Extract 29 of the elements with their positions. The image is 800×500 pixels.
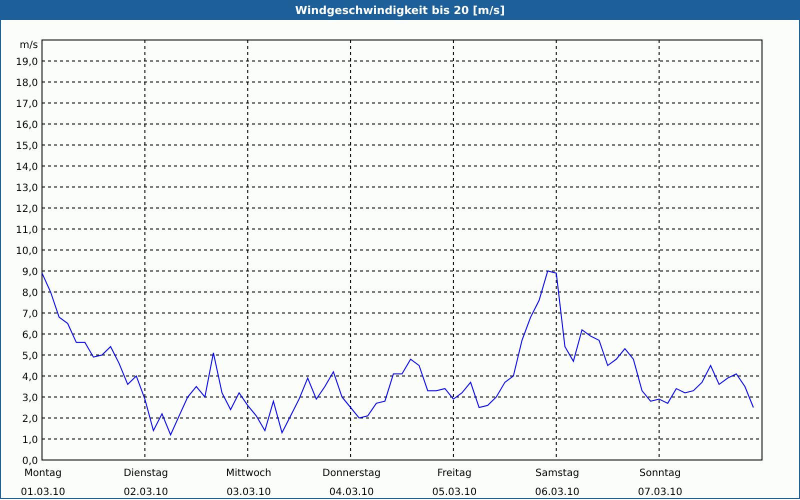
y-tick-label: 16,0: [16, 120, 38, 131]
y-tick-label: 9,0: [22, 267, 38, 278]
y-tick-label: 7,0: [22, 309, 38, 320]
y-tick-label: 4,0: [22, 372, 38, 383]
y-tick-label: 8,0: [22, 288, 38, 299]
x-tick-label: Mittwoch 03.03.10: [226, 468, 272, 498]
y-tick-label: 18,0: [16, 78, 38, 89]
x-tick-label: Samstag 06.03.10: [535, 468, 580, 498]
x-tick-label: Montag 01.03.10: [20, 468, 66, 498]
y-tick-label: 17,0: [16, 99, 38, 110]
x-tick-label: Donnerstag 04.03.10: [322, 468, 381, 498]
y-tick-label: 12,0: [16, 204, 38, 215]
y-tick-label: 15,0: [16, 141, 38, 152]
y-tick-label: 19,0: [16, 57, 38, 68]
x-tick-label: Freitag 05.03.10: [432, 468, 477, 498]
y-tick-label: 3,0: [22, 393, 38, 404]
y-tick-label: 6,0: [22, 330, 38, 341]
y-tick-label: 0,0: [22, 456, 38, 467]
y-axis-unit: m/s: [20, 40, 38, 51]
y-tick-label: 1,0: [22, 435, 38, 446]
x-tick-label: Dienstag 02.03.10: [124, 468, 168, 498]
y-tick-label: 10,0: [16, 246, 38, 257]
y-tick-label: 13,0: [16, 183, 38, 194]
x-tick-label: Sonntag 07.03.10: [638, 468, 682, 498]
y-tick-label: 5,0: [22, 351, 38, 362]
y-tick-label: 14,0: [16, 162, 38, 173]
y-tick-label: 11,0: [16, 225, 38, 236]
chart-title: Windgeschwindigkeit bis 20 [m/s]: [295, 4, 505, 16]
y-tick-label: 2,0: [22, 414, 38, 425]
